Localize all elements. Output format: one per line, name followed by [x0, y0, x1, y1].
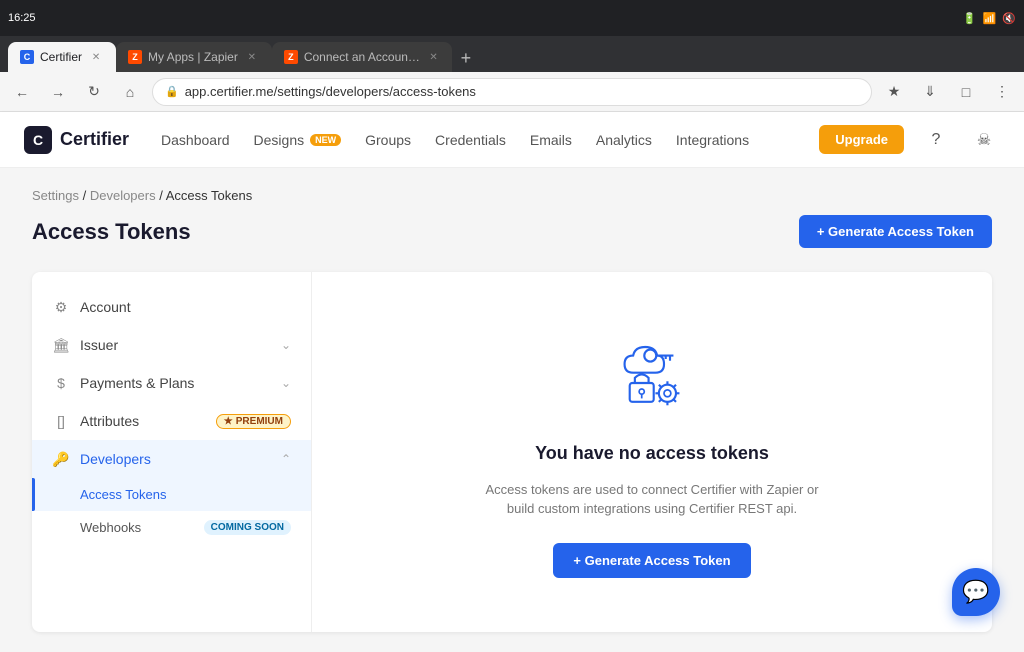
url-bar[interactable]: 🔒 app.certifier.me/settings/developers/a… [152, 78, 872, 106]
brand-name: Certifier [60, 129, 129, 150]
sidebar-issuer-label: Issuer [80, 337, 118, 353]
breadcrumb: Settings / Developers / Access Tokens [32, 188, 992, 203]
tab-zapier-apps-label: My Apps | Zapier [148, 50, 238, 64]
tab-certifier[interactable]: C Certifier ✕ [8, 42, 116, 72]
key-icon: 🔑 [52, 450, 70, 468]
app-navbar: C Certifier Dashboard Designs NEW Groups… [0, 112, 1024, 168]
sidebar-developers-label: Developers [80, 451, 151, 467]
content-card: ⚙ Account 🏛 Issuer ⌄ $ Payments & Plans … [32, 272, 992, 632]
chat-bubble-button[interactable]: 💬 [952, 568, 1000, 616]
tab-zapier-connect[interactable]: Z Connect an Account | Zapier ✕ [272, 42, 452, 72]
lock-icon: 🔒 [165, 85, 179, 98]
sidebar-account-label: Account [80, 299, 131, 315]
developers-sub-items: Access Tokens Webhooks COMING SOON [32, 478, 311, 544]
developers-chevron-icon: ⌃ [281, 452, 291, 466]
menu-button[interactable]: ⋮ [988, 78, 1016, 106]
help-button[interactable]: ? [920, 124, 952, 156]
upgrade-button[interactable]: Upgrade [819, 125, 904, 154]
payments-chevron-icon: ⌄ [281, 376, 291, 390]
sidebar-item-access-tokens[interactable]: Access Tokens [32, 478, 311, 511]
premium-badge: ★ PREMIUM [216, 414, 291, 429]
nav-emails[interactable]: Emails [530, 132, 572, 148]
user-button[interactable]: ☠ [968, 124, 1000, 156]
reload-button[interactable]: ↻ [80, 78, 108, 106]
dollar-icon: $ [52, 374, 70, 392]
breadcrumb-developers[interactable]: Developers [90, 188, 156, 203]
main-content-area: You have no access tokens Access tokens … [312, 272, 992, 632]
issuer-chevron-icon: ⌄ [281, 338, 291, 352]
nav-right: Upgrade ? ☠ [819, 124, 1000, 156]
address-bar: ← → ↻ ⌂ 🔒 app.certifier.me/settings/deve… [0, 72, 1024, 112]
designs-badge: NEW [310, 134, 341, 146]
browser-time: 16:25 [8, 12, 36, 24]
generate-access-token-button[interactable]: + Generate Access Token [799, 215, 992, 248]
sidebar-item-webhooks[interactable]: Webhooks COMING SOON [32, 511, 311, 544]
tab-certifier-close[interactable]: ✕ [88, 49, 104, 65]
nav-credentials[interactable]: Credentials [435, 132, 506, 148]
coming-soon-badge: COMING SOON [204, 520, 291, 535]
page-header: Access Tokens + Generate Access Token [32, 215, 992, 248]
back-button[interactable]: ← [8, 78, 36, 106]
sidebar-item-payments[interactable]: $ Payments & Plans ⌄ [32, 364, 311, 402]
empty-state: You have no access tokens Access tokens … [482, 327, 822, 578]
new-tab-button[interactable]: + [452, 44, 480, 72]
brackets-icon: [] [52, 412, 70, 430]
webhooks-label: Webhooks [80, 520, 141, 535]
empty-state-description: Access tokens are used to connect Certif… [482, 480, 822, 519]
brand-icon: C [24, 126, 52, 154]
nav-integrations[interactable]: Integrations [676, 132, 749, 148]
url-text: app.certifier.me/settings/developers/acc… [185, 84, 476, 99]
sidebar-item-account[interactable]: ⚙ Account [32, 288, 311, 326]
sidebar-item-attributes[interactable]: [] Attributes ★ PREMIUM [32, 402, 311, 440]
tab-zapier-connect-label: Connect an Account | Zapier [304, 50, 422, 64]
nav-groups[interactable]: Groups [365, 132, 411, 148]
page-title: Access Tokens [32, 219, 191, 245]
gear-icon: ⚙ [52, 298, 70, 316]
tab-certifier-label: Certifier [40, 50, 82, 64]
nav-links: Dashboard Designs NEW Groups Credentials… [161, 132, 819, 148]
browser-status-icons: 🔋 📶 🔇 [963, 12, 1016, 25]
browser-tabs: C Certifier ✕ Z My Apps | Zapier ✕ Z Con… [0, 36, 1024, 72]
empty-state-title: You have no access tokens [535, 443, 769, 464]
sidebar-item-developers[interactable]: 🔑 Developers ⌃ [32, 440, 311, 478]
sidebar-payments-label: Payments & Plans [80, 375, 194, 391]
brand-logo[interactable]: C Certifier [24, 126, 129, 154]
home-button[interactable]: ⌂ [116, 78, 144, 106]
breadcrumb-settings[interactable]: Settings [32, 188, 79, 203]
nav-analytics[interactable]: Analytics [596, 132, 652, 148]
forward-button[interactable]: → [44, 78, 72, 106]
building-icon: 🏛 [52, 336, 70, 354]
tab-zapier-apps[interactable]: Z My Apps | Zapier ✕ [116, 42, 272, 72]
tab-zapier-connect-close[interactable]: ✕ [427, 49, 439, 65]
bookmark-button[interactable]: ★ [880, 78, 908, 106]
access-tokens-label: Access Tokens [80, 487, 166, 502]
settings-sidebar: ⚙ Account 🏛 Issuer ⌄ $ Payments & Plans … [32, 272, 312, 632]
nav-dashboard[interactable]: Dashboard [161, 132, 230, 148]
download-button[interactable]: ⇓ [916, 78, 944, 106]
sidebar-item-issuer[interactable]: 🏛 Issuer ⌄ [32, 326, 311, 364]
chat-icon: 💬 [962, 579, 989, 605]
profile-button[interactable]: □ [952, 78, 980, 106]
empty-state-illustration [592, 327, 712, 427]
sidebar-attributes-label: Attributes [80, 413, 139, 429]
breadcrumb-current: Access Tokens [166, 188, 252, 203]
generate-access-token-center-button[interactable]: + Generate Access Token [553, 543, 750, 578]
nav-designs[interactable]: Designs NEW [254, 132, 342, 148]
tab-zapier-apps-close[interactable]: ✕ [244, 49, 260, 65]
